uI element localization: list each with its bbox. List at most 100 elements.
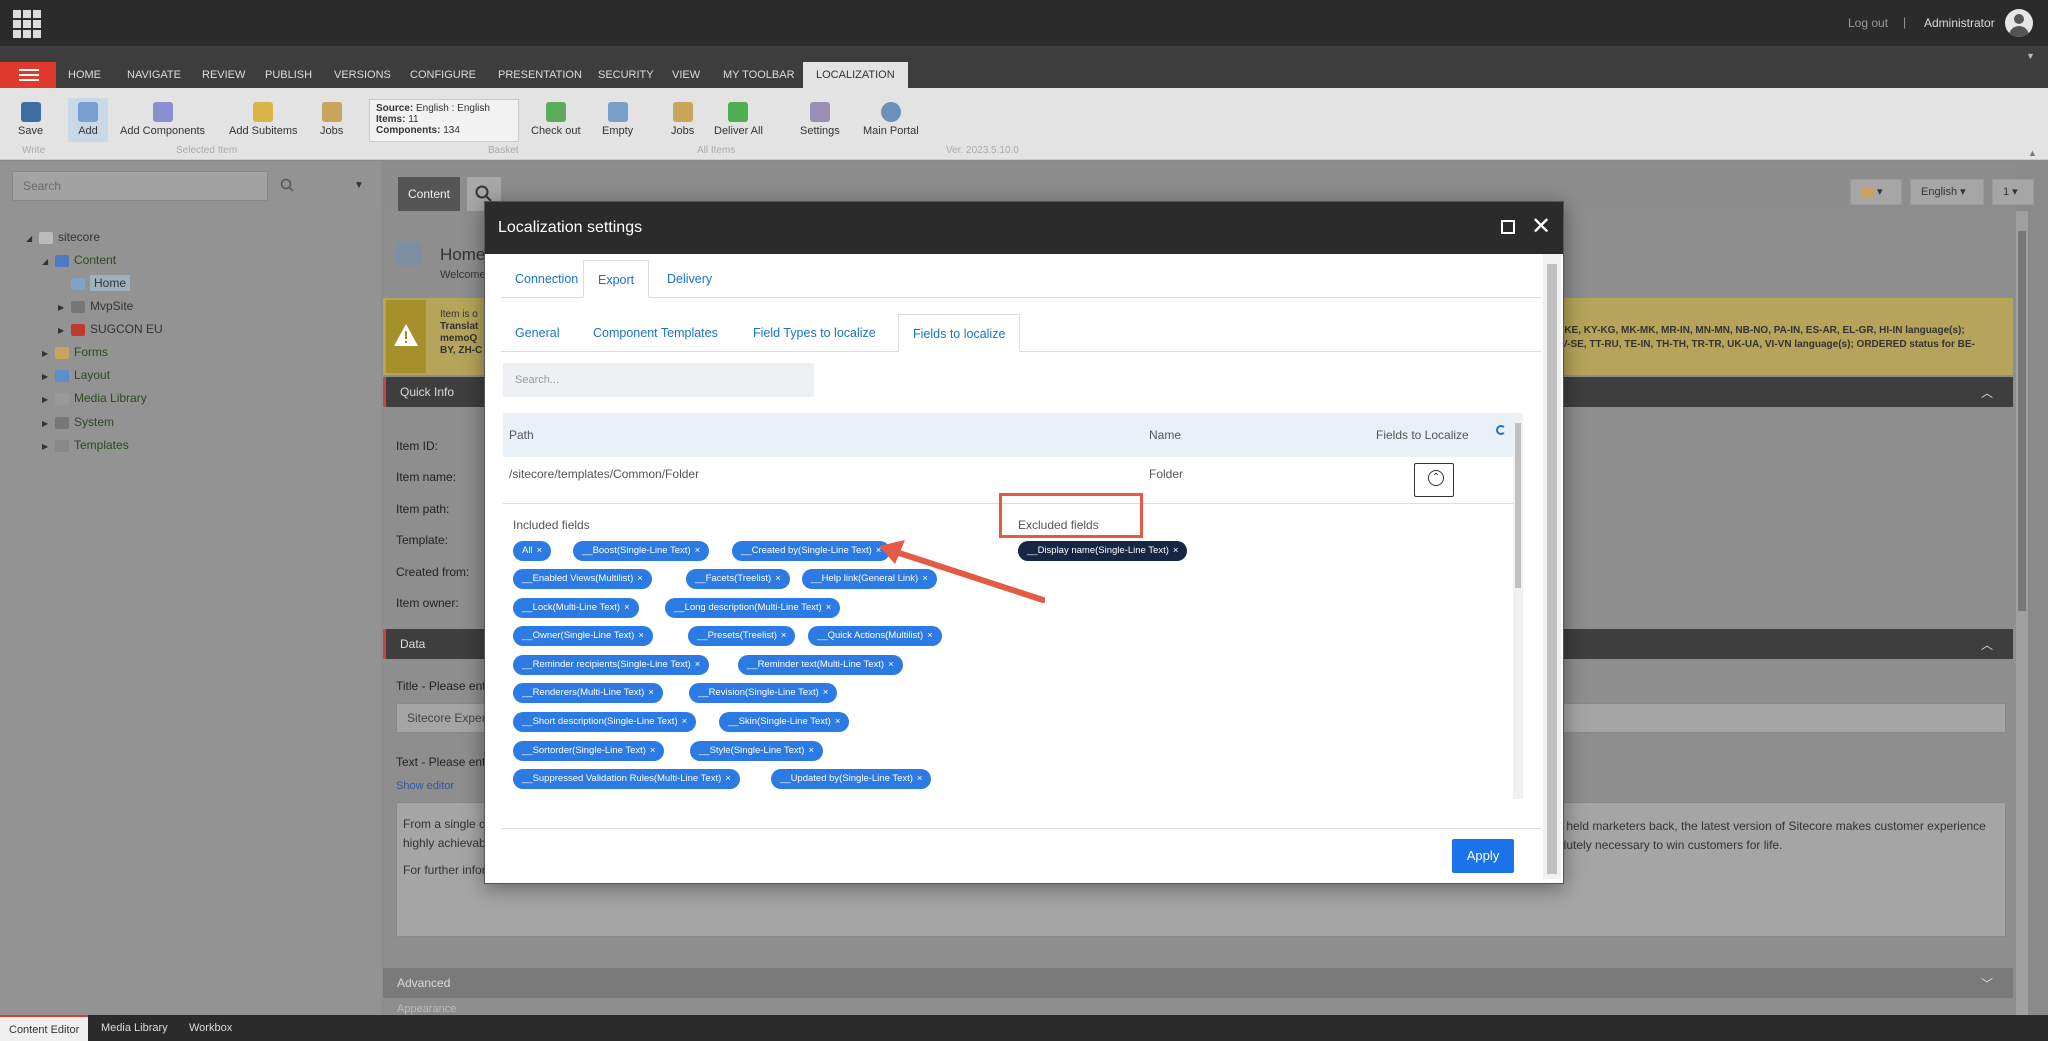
remove-chip-icon[interactable]: × [725, 773, 731, 784]
tree-item-mvpsite[interactable]: ▶ MvpSite [58, 296, 133, 316]
menu-icon[interactable] [0, 62, 56, 88]
appearance-section[interactable]: Appearance [397, 1004, 456, 1015]
remove-chip-icon[interactable]: × [917, 773, 923, 784]
collapse-toggle-icon[interactable]: ◢ [42, 252, 52, 272]
remove-chip-icon[interactable]: × [1173, 545, 1179, 556]
remove-chip-icon[interactable]: × [695, 659, 701, 670]
empty-button[interactable]: Empty [602, 102, 633, 137]
show-editor-link[interactable]: Show editor [396, 780, 454, 792]
tab-navigate[interactable]: NAVIGATE [119, 62, 189, 88]
expand-toggle-icon[interactable]: ▶ [58, 298, 68, 318]
avatar-icon[interactable] [2005, 9, 2033, 37]
chevron-up-icon[interactable]: ︿ [1981, 384, 1993, 401]
save-button[interactable]: Save [18, 102, 43, 137]
remove-chip-icon[interactable]: × [650, 745, 656, 756]
tree-item-media-library[interactable]: ▶ Media Library [42, 388, 147, 408]
language-dropdown[interactable]: English ▾ [1910, 179, 1984, 205]
remove-chip-icon[interactable]: × [682, 716, 688, 727]
included-field-chip[interactable]: __Owner(Single-Line Text) × [513, 626, 653, 646]
included-field-chip[interactable]: __Revision(Single-Line Text) × [689, 683, 838, 703]
included-field-chip[interactable]: __Renderers(Multi-Line Text) × [513, 683, 663, 703]
included-field-chip[interactable]: __Suppressed Validation Rules(Multi-Line… [513, 769, 740, 789]
check-out-button[interactable]: Check out [531, 102, 581, 137]
tab-presentation[interactable]: PRESENTATION [490, 62, 590, 88]
apply-button[interactable]: Apply [1452, 839, 1514, 873]
add-subitems-button[interactable]: Add Subitems [229, 102, 297, 137]
remove-chip-icon[interactable]: × [808, 745, 814, 756]
tree-item-forms[interactable]: ▶ Forms [42, 342, 108, 362]
included-field-chip[interactable]: __Skin(Single-Line Text) × [719, 712, 850, 732]
included-field-chip[interactable]: __Sortorder(Single-Line Text) × [513, 741, 665, 761]
included-field-chip[interactable]: __Presets(Treelist) × [688, 626, 796, 646]
maximize-icon[interactable] [1501, 220, 1515, 234]
chevron-down-icon[interactable]: ﹀ [1981, 975, 1993, 992]
included-field-chip[interactable]: __Style(Single-Line Text) × [690, 741, 823, 761]
close-icon[interactable]: ✕ [1531, 212, 1551, 242]
jobs-all-button[interactable]: Jobs [671, 102, 694, 137]
tab-localization[interactable]: LOCALIZATION [803, 62, 908, 88]
database-dropdown[interactable]: ▾ [1850, 179, 1902, 205]
main-portal-button[interactable]: Main Portal [863, 102, 919, 137]
tree-item-sugcon-eu[interactable]: ▶ SUGCON EU [58, 319, 163, 339]
collapse-toggle-icon[interactable]: ◢ [26, 229, 36, 249]
expand-toggle-icon[interactable]: ▶ [42, 367, 52, 387]
settings-button[interactable]: Settings [800, 102, 840, 137]
remove-chip-icon[interactable]: × [648, 687, 654, 698]
add-components-button[interactable]: Add Components [120, 102, 205, 137]
app-grid-icon[interactable] [13, 10, 43, 38]
tab-workbox[interactable]: Workbox [180, 1015, 241, 1041]
logout-link[interactable]: Log out [1848, 16, 1888, 30]
expand-toggle-icon[interactable]: ▶ [42, 414, 52, 434]
tab-home[interactable]: HOME [60, 62, 109, 88]
remove-chip-icon[interactable]: × [781, 630, 787, 641]
tab-configure[interactable]: CONFIGURE [402, 62, 484, 88]
tab-security[interactable]: SECURITY [590, 62, 662, 88]
remove-chip-icon[interactable]: × [638, 630, 644, 641]
included-field-chip[interactable]: __Reminder text(Multi-Line Text) × [738, 655, 903, 675]
tab-publish[interactable]: PUBLISH [257, 62, 320, 88]
tree-item-sitecore[interactable]: ◢ sitecore [26, 227, 100, 247]
dialog-scrollbar[interactable] [1543, 254, 1561, 879]
dialog-footer [501, 828, 1541, 829]
expand-toggle-icon[interactable]: ▶ [42, 344, 52, 364]
editor-scrollbar[interactable] [2016, 211, 2028, 1015]
tree-item-content[interactable]: ◢ Content [42, 250, 116, 270]
included-field-chip[interactable]: __Quick Actions(Multilist) × [808, 626, 942, 646]
remove-chip-icon[interactable]: × [835, 716, 841, 727]
included-field-chip[interactable]: __Updated by(Single-Line Text) × [771, 769, 932, 789]
table-scrollbar[interactable] [1513, 413, 1523, 799]
tree-item-home[interactable]: Home [58, 273, 131, 293]
jobs-button[interactable]: Jobs [320, 102, 343, 137]
deliver-all-button[interactable]: Deliver All [714, 102, 763, 137]
remove-chip-icon[interactable]: × [888, 659, 894, 670]
version-dropdown[interactable]: 1 ▾ [1992, 179, 2034, 205]
collapse-caret-icon[interactable]: ▼ [2026, 51, 2035, 61]
search-icon[interactable] [280, 178, 294, 192]
add-button[interactable]: Add [68, 98, 108, 142]
tree-item-system[interactable]: ▶ System [42, 412, 114, 432]
expand-toggle-icon[interactable]: ▶ [42, 390, 52, 410]
tab-content[interactable]: Content [398, 177, 460, 211]
included-field-chip[interactable]: __Short description(Single-Line Text) × [513, 712, 697, 732]
remove-chip-icon[interactable]: × [927, 630, 933, 641]
included-field-chip[interactable]: __Reminder recipients(Single-Line Text) × [513, 655, 710, 675]
chevron-up-icon[interactable]: ︿ [1981, 636, 1993, 653]
tab-my-toolbar[interactable]: MY TOOLBAR [715, 62, 803, 88]
tab-review[interactable]: REVIEW [194, 62, 253, 88]
collapse-row-button[interactable] [1414, 463, 1454, 497]
search-options-chevron-icon[interactable]: ▼ [354, 180, 364, 191]
tab-content-editor[interactable]: Content Editor [0, 1015, 89, 1041]
expand-toggle-icon[interactable]: ▶ [42, 437, 52, 457]
expand-toggle-icon[interactable]: ▶ [58, 321, 68, 341]
tree-item-layout[interactable]: ▶ Layout [42, 365, 110, 385]
refresh-icon[interactable] [1496, 425, 1506, 435]
tab-versions[interactable]: VERSIONS [326, 62, 399, 88]
tab-view[interactable]: VIEW [664, 62, 708, 88]
advanced-section[interactable]: Advanced [383, 968, 2013, 998]
ribbon-collapse-icon[interactable]: ▲ [2028, 148, 2037, 158]
user-name[interactable]: Administrator [1924, 16, 1995, 30]
remove-chip-icon[interactable]: × [823, 687, 829, 698]
tab-media-library[interactable]: Media Library [92, 1015, 177, 1041]
tree-search-input[interactable]: Search [12, 171, 268, 201]
tree-item-templates[interactable]: ▶ Templates [42, 435, 129, 455]
